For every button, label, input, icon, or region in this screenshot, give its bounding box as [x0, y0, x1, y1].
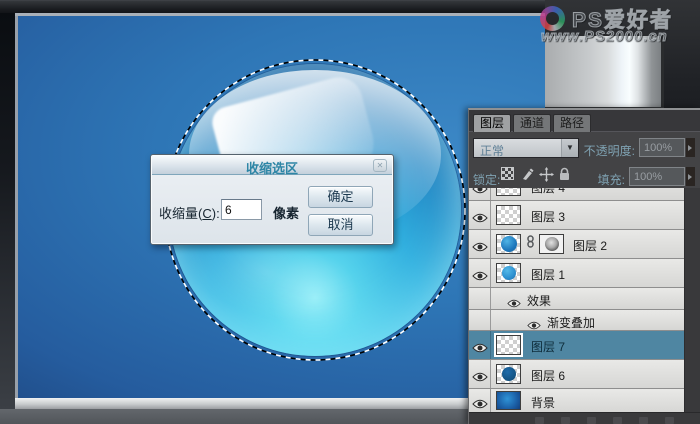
thumb-content [502, 266, 516, 280]
pixels-unit-label: 像素 [273, 203, 299, 222]
watermark-url: www.PS2000.cn [541, 28, 668, 45]
layer-thumbnail[interactable] [496, 234, 521, 254]
layer-row-7-selected[interactable]: 图层 7 [469, 331, 685, 360]
footer-button[interactable] [639, 417, 648, 424]
canvas-frame-left [15, 13, 18, 409]
label-accelerator: C [202, 206, 211, 221]
eye-icon[interactable] [527, 317, 541, 326]
layer-mask-thumbnail[interactable] [539, 234, 564, 254]
fill-label: 填充: [591, 171, 625, 188]
gradient-overlay-row[interactable]: 渐变叠加 [469, 310, 685, 331]
eye-icon[interactable] [472, 396, 488, 406]
footer-button[interactable] [665, 417, 674, 424]
mask-content [545, 237, 559, 251]
thumb-content [501, 236, 517, 252]
lock-all-icon[interactable] [558, 167, 573, 182]
contract-by-label: 收缩量(C): [159, 203, 220, 222]
layer-row-3[interactable]: 图层 3 [469, 201, 685, 230]
label-pre: 收缩量( [159, 206, 202, 221]
dialog-title: 收缩选区 [152, 158, 392, 177]
layer-thumbnail[interactable] [496, 188, 521, 196]
layer-thumbnail[interactable] [496, 391, 521, 410]
layer-list: 图层 4 图层 3 图层 2 [469, 188, 685, 412]
layer-list-gutter [684, 188, 700, 412]
close-icon[interactable]: ✕ [373, 159, 387, 172]
lock-label: 锁定: [473, 171, 500, 188]
layer-name[interactable]: 图层 3 [531, 208, 565, 225]
eye-icon[interactable] [472, 369, 488, 379]
effects-label[interactable]: 效果 [527, 292, 551, 309]
tab-layers[interactable]: 图层 [473, 114, 511, 132]
lock-position-move-icon[interactable] [539, 167, 554, 182]
layer-thumbnail[interactable] [496, 364, 521, 384]
thumb-content [497, 188, 520, 195]
opacity-label: 不透明度: [581, 142, 635, 159]
fill-spinner-icon[interactable] [686, 167, 695, 186]
cancel-button[interactable]: 取消 [308, 214, 373, 236]
background-layer-row[interactable]: 背景 [469, 389, 685, 412]
lock-icon-group [501, 167, 581, 183]
photoshop-window: PS爱好者 www.PS2000.cn 收缩选区 ✕ 收缩量(C): 像素 确定… [0, 0, 700, 424]
layer-name[interactable]: 图层 4 [531, 188, 565, 196]
partial-window [545, 36, 664, 107]
layer-name[interactable]: 图层 6 [531, 367, 565, 384]
eye-icon[interactable] [472, 188, 488, 191]
contract-selection-dialog: 收缩选区 ✕ 收缩量(C): 像素 确定 取消 [150, 154, 394, 245]
layer-thumbnail[interactable] [496, 205, 521, 225]
eye-icon[interactable] [472, 268, 488, 278]
chevron-down-icon: ▼ [561, 139, 578, 157]
layer-name[interactable]: 图层 2 [573, 237, 607, 254]
footer-button[interactable] [587, 417, 596, 424]
gradient-overlay-label[interactable]: 渐变叠加 [547, 314, 595, 331]
footer-button[interactable] [535, 417, 544, 424]
eye-icon[interactable] [472, 239, 488, 249]
eye-icon[interactable] [472, 210, 488, 220]
effects-row[interactable]: 效果 [469, 288, 685, 310]
panel-tab-bar: 图层 通道 路径 [469, 110, 700, 132]
eye-icon[interactable] [472, 340, 488, 350]
lock-pixels-brush-icon[interactable] [520, 167, 535, 182]
tab-paths[interactable]: 路径 [553, 114, 591, 132]
ok-button[interactable]: 确定 [308, 186, 373, 208]
layer-thumbnail[interactable] [496, 335, 521, 355]
fill-value-box[interactable]: 100% [629, 167, 685, 186]
app-left-background [0, 13, 15, 409]
footer-button[interactable] [561, 417, 570, 424]
layers-panel: 图层 通道 路径 正常 ▼ 不透明度: 100% 锁定: [468, 108, 700, 424]
tab-channels[interactable]: 通道 [513, 114, 551, 132]
label-post: ): [212, 206, 220, 221]
thumb-content [502, 367, 516, 381]
blend-mode-dropdown[interactable]: 正常 ▼ [473, 138, 579, 158]
layer-row-4[interactable]: 图层 4 [469, 188, 685, 201]
opacity-value-box[interactable]: 100% [639, 138, 685, 157]
chain-link-icon[interactable] [526, 235, 535, 253]
layer-name[interactable]: 背景 [531, 394, 555, 411]
layer-name[interactable]: 图层 7 [531, 338, 565, 355]
panel-footer [469, 412, 700, 424]
layer-row-2[interactable]: 图层 2 [469, 230, 685, 259]
layer-row-6[interactable]: 图层 6 [469, 360, 685, 389]
layer-name[interactable]: 图层 1 [531, 266, 565, 283]
lock-transparency-icon[interactable] [501, 167, 514, 180]
layer-row-1[interactable]: 图层 1 [469, 259, 685, 288]
layer-thumbnail[interactable] [496, 263, 521, 283]
eye-icon[interactable] [507, 295, 521, 304]
dialog-title-bar[interactable]: 收缩选区 ✕ [152, 156, 392, 175]
contract-amount-input[interactable] [221, 199, 262, 220]
footer-button[interactable] [613, 417, 622, 424]
opacity-spinner-icon[interactable] [686, 138, 695, 157]
blend-mode-value: 正常 [480, 142, 504, 159]
